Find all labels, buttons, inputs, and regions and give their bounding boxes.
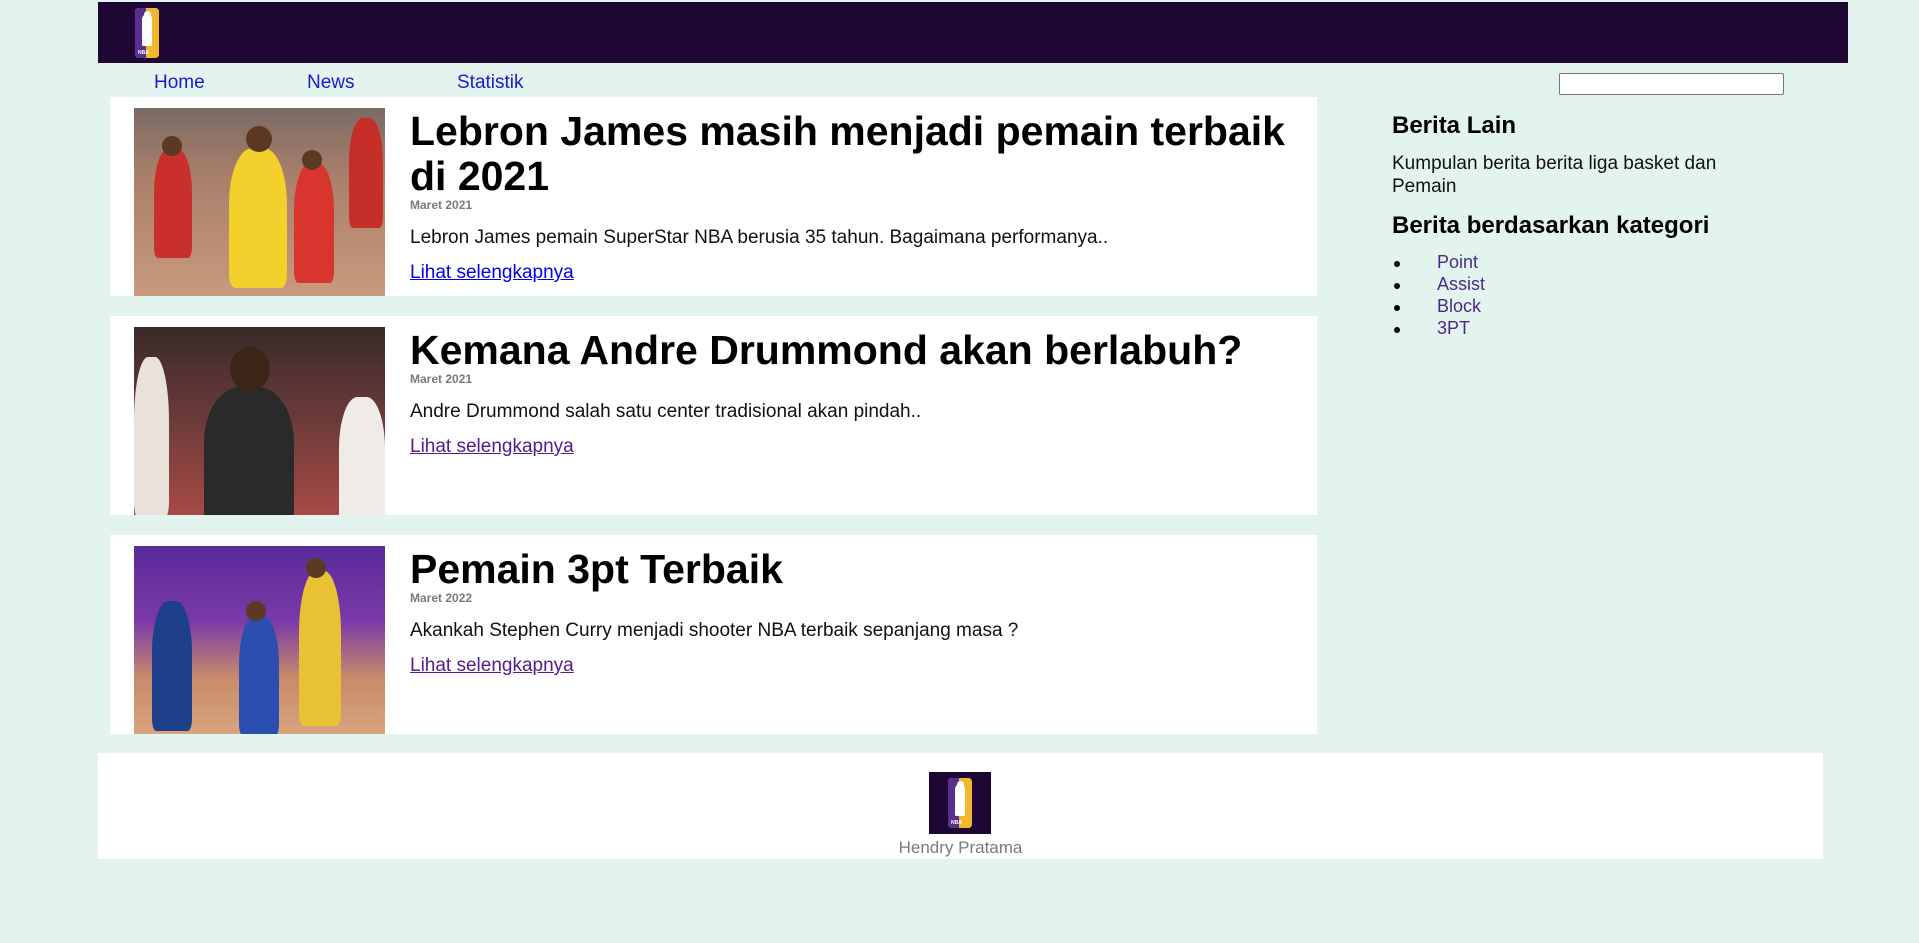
footer-logo: NBA — [929, 772, 991, 834]
article-card-curry: Pemain 3pt Terbaik Maret 2022 Akankah St… — [110, 535, 1317, 734]
footer-author: Hendry Pratama — [898, 838, 1023, 857]
article-date: Maret 2021 — [410, 372, 473, 386]
top-header: NBA — [98, 2, 1848, 63]
read-more-link[interactable]: Lihat selengkapnya — [410, 436, 574, 458]
nba-logo-icon[interactable]: NBA — [135, 8, 159, 58]
article-summary: Andre Drummond salah satu center tradisi… — [410, 401, 922, 422]
category-link-point[interactable]: Point — [1392, 252, 1485, 274]
category-link-3pt[interactable]: 3PT — [1392, 318, 1485, 340]
article-title: Pemain 3pt Terbaik — [410, 546, 783, 592]
read-more-link[interactable]: Lihat selengkapnya — [410, 655, 574, 677]
category-link-block[interactable]: Block — [1392, 296, 1485, 318]
categories-heading: Berita berdasarkan kategori — [1392, 212, 1710, 239]
nba-logo-icon: NBA — [948, 778, 972, 828]
article-title: Kemana Andre Drummond akan berlabuh? — [410, 327, 1243, 373]
article-summary: Lebron James pemain SuperStar NBA berusi… — [410, 227, 1109, 248]
nav-home-link[interactable]: Home — [154, 72, 205, 94]
article-image-drummond[interactable] — [134, 327, 385, 515]
read-more-link[interactable]: Lihat selengkapnya — [410, 262, 574, 284]
category-link-assist[interactable]: Assist — [1392, 274, 1485, 296]
sidebar-intro: Kumpulan berita berita liga basket dan P… — [1392, 153, 1717, 197]
article-date: Maret 2022 — [410, 591, 473, 605]
article-title: Lebron James masih menjadi pemain terbai… — [410, 108, 1285, 199]
article-card-lebron: Lebron James masih menjadi pemain terbai… — [110, 97, 1317, 296]
article-date: Maret 2021 — [410, 198, 473, 212]
category-list: Point Assist Block 3PT — [1392, 252, 1485, 340]
sidebar-heading: Berita Lain — [1392, 112, 1517, 139]
article-image-curry[interactable] — [134, 546, 385, 734]
article-card-drummond: Kemana Andre Drummond akan berlabuh? Mar… — [110, 316, 1317, 515]
nav-statistik-link[interactable]: Statistik — [457, 72, 524, 94]
nav-news-link[interactable]: News — [307, 72, 355, 94]
article-summary: Akankah Stephen Curry menjadi shooter NB… — [410, 620, 1019, 641]
footer: NBA Hendry Pratama — [98, 753, 1823, 859]
article-image-lebron[interactable] — [134, 108, 385, 296]
search-input[interactable] — [1559, 73, 1784, 95]
